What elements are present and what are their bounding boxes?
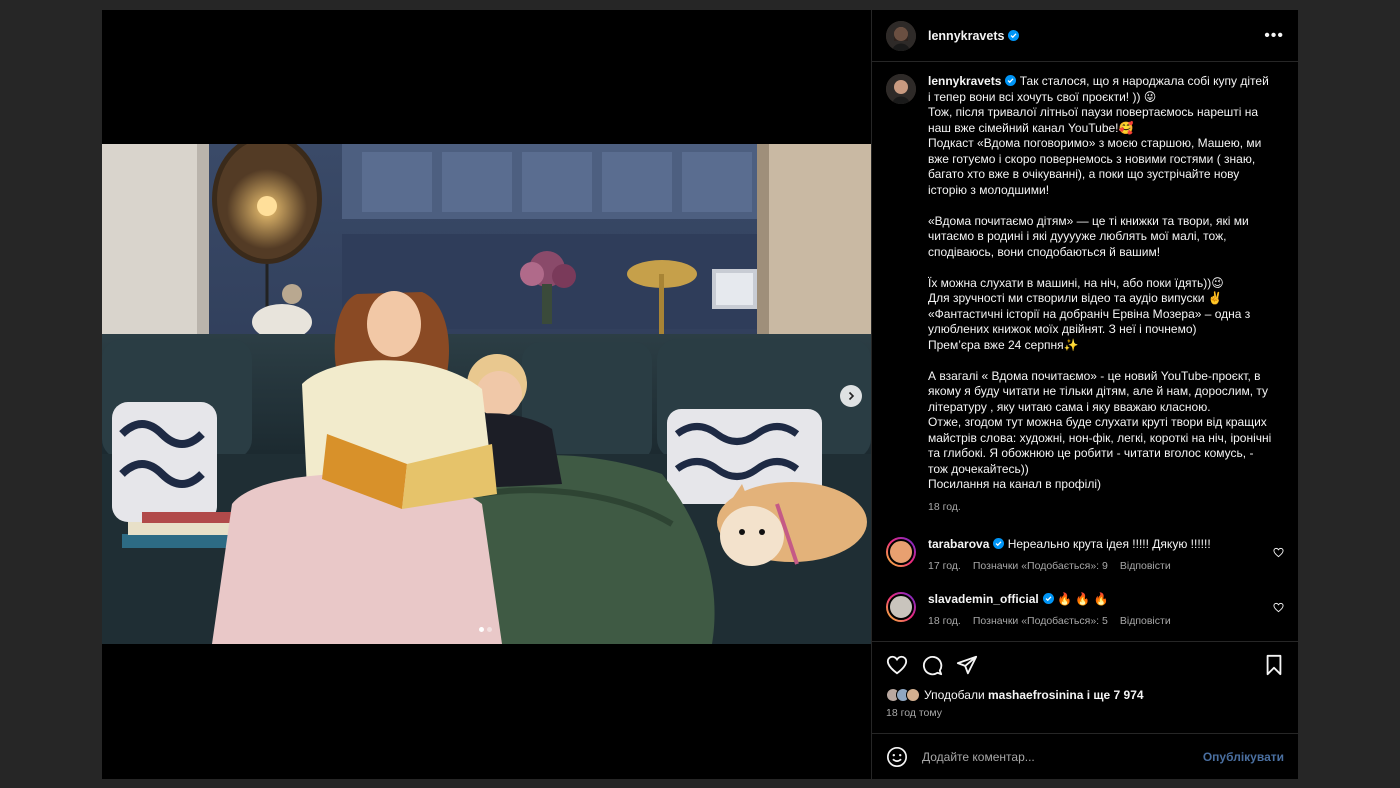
post-comment-button[interactable]: Опублікувати: [1203, 750, 1284, 764]
likes-avatars: [886, 688, 920, 702]
likes-summary[interactable]: Уподобали mashaefrosinina і ще 7 974: [886, 688, 1284, 702]
post-author-username[interactable]: lennykravets: [928, 29, 1004, 43]
more-options-button[interactable]: •••: [1264, 27, 1284, 45]
post-actions: Уподобали mashaefrosinina і ще 7 974 18 …: [872, 641, 1298, 733]
add-comment-bar: Опублікувати: [872, 733, 1298, 779]
share-send-icon[interactable]: [956, 654, 978, 676]
caption-body: Так сталося, що я народжала собі купу ді…: [928, 74, 1272, 491]
caption-username[interactable]: lennykravets: [928, 74, 1001, 88]
like-heart-icon[interactable]: [886, 654, 908, 676]
comments-section: lennykravets Так сталося, що я народжала…: [872, 62, 1298, 641]
carousel-next-button[interactable]: [840, 385, 862, 407]
verified-badge-icon: [993, 537, 1005, 549]
carousel-dot: [487, 627, 492, 632]
post-sidebar: lennykravets ••• lennykravets Так сталос…: [871, 10, 1298, 779]
reply-button[interactable]: Відповісти: [1120, 560, 1171, 572]
comment-username[interactable]: slavademin_official: [928, 592, 1039, 606]
comment-text: 🔥 🔥 🔥: [1057, 591, 1109, 606]
post-photo: [102, 144, 871, 644]
comment-input[interactable]: [922, 749, 1203, 764]
caption-time: 18 год.: [928, 500, 961, 513]
caption: lennykravets Так сталося, що я народжала…: [886, 74, 1284, 513]
comment-like-heart-icon[interactable]: [1273, 547, 1284, 558]
reply-button[interactable]: Відповісти: [1120, 615, 1171, 627]
comment-time: 18 год.: [928, 614, 961, 627]
liked-by-username[interactable]: mashaefrosinina: [988, 688, 1083, 702]
comment-likes-count[interactable]: Позначки «Подобається»: 5: [973, 615, 1108, 627]
comment-likes-count[interactable]: Позначки «Подобається»: 9: [973, 560, 1108, 572]
verified-badge-icon: [1042, 592, 1054, 604]
comment-item: tarabarova Нереально крута ідея !!!!! Дя…: [886, 536, 1284, 572]
avatar[interactable]: [886, 536, 916, 567]
post-time-ago: 18 год тому: [886, 707, 942, 719]
avatar[interactable]: [886, 591, 916, 622]
carousel-indicator: [479, 627, 492, 632]
post-media: [102, 10, 871, 779]
post-header: lennykravets •••: [872, 10, 1298, 62]
chevron-right-icon: [848, 391, 855, 401]
avatar[interactable]: [886, 74, 916, 104]
liked-by-count[interactable]: і ще 7 974: [1087, 688, 1144, 702]
verified-badge-icon: [1008, 30, 1020, 41]
comment-item: slavademin_official 🔥 🔥 🔥 18 год. Познач…: [886, 591, 1284, 627]
comment-text: Нереально крута ідея !!!!! Дякую !!!!!!: [1007, 536, 1211, 551]
liked-by-label: Уподобали: [924, 688, 985, 702]
comment-like-heart-icon[interactable]: [1273, 602, 1284, 613]
verified-badge-icon: [1005, 75, 1017, 86]
comment-time: 17 год.: [928, 559, 961, 572]
avatar[interactable]: [886, 20, 916, 51]
emoji-icon[interactable]: [886, 746, 908, 768]
caption-text: lennykravets Так сталося, що я народжала…: [928, 74, 1273, 493]
carousel-dot: [479, 627, 484, 632]
bookmark-icon[interactable]: [1264, 654, 1284, 676]
post-modal: lennykravets ••• lennykravets Так сталос…: [102, 10, 1298, 779]
comment-icon[interactable]: [921, 654, 943, 676]
comment-username[interactable]: tarabarova: [928, 537, 989, 551]
